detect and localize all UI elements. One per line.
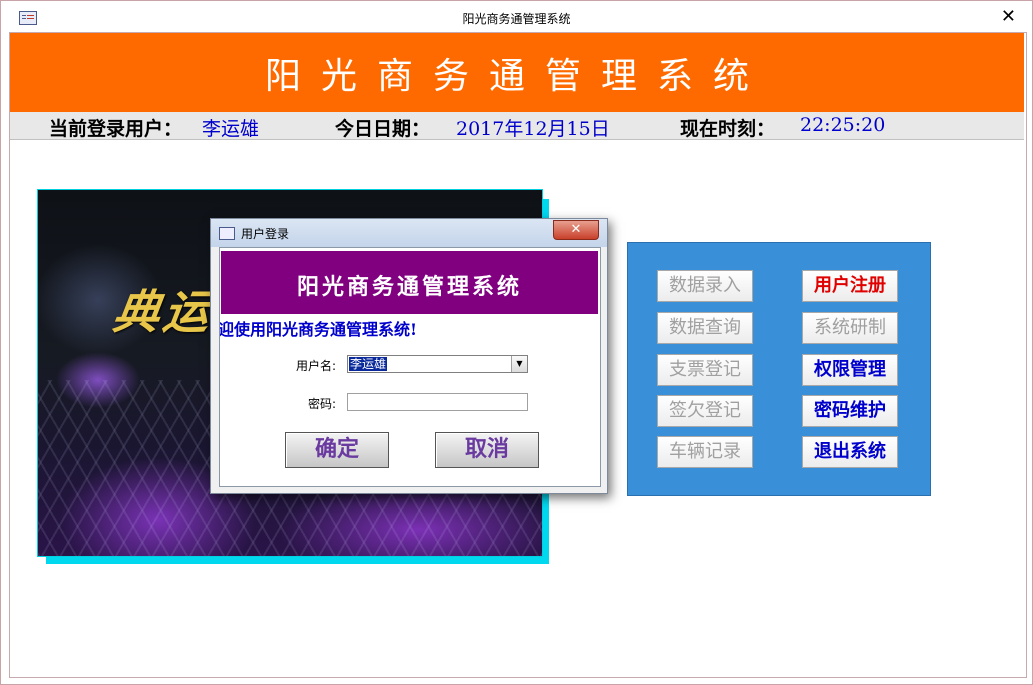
login-dialog: 用户登录 ✕ 阳光商务通管理系统 迎使用阳光商务通管理系统! 用户名: 李运雄 … xyxy=(210,218,608,494)
check-register-button[interactable]: 支票登记 xyxy=(657,354,753,386)
dialog-close-button[interactable]: ✕ xyxy=(553,220,599,240)
function-menu-panel: 数据录入 数据查询 支票登记 签欠登记 车辆记录 用户注册 系统研制 权限管理 … xyxy=(627,242,931,496)
login-dialog-titlebar: 用户登录 ✕ xyxy=(211,219,607,247)
data-query-button[interactable]: 数据查询 xyxy=(657,312,753,344)
dialog-form-icon xyxy=(219,227,235,240)
password-maint-button[interactable]: 密码维护 xyxy=(802,395,898,427)
password-label: 密码: xyxy=(307,397,336,411)
login-banner-title: 阳光商务通管理系统 xyxy=(296,274,522,300)
debt-register-button[interactable]: 签欠登记 xyxy=(657,395,753,427)
current-user-value: 李运雄 xyxy=(202,118,260,140)
date-value: 2017年12月15日 xyxy=(456,118,610,140)
close-icon[interactable]: ✕ xyxy=(1001,6,1016,27)
login-dialog-body: 阳光商务通管理系统 迎使用阳光商务通管理系统! 用户名: 李运雄 ▼ 密码: 确… xyxy=(219,247,601,487)
cancel-button[interactable]: 取消 xyxy=(435,432,539,468)
password-field[interactable] xyxy=(347,393,528,411)
permission-mgmt-button[interactable]: 权限管理 xyxy=(802,354,898,386)
login-banner: 阳光商务通管理系统 xyxy=(221,251,598,314)
date-label: 今日日期： xyxy=(335,118,431,140)
time-value: 22:25:20 xyxy=(800,114,886,136)
login-dialog-title: 用户登录 xyxy=(241,227,290,241)
username-select[interactable]: 李运雄 ▼ xyxy=(347,355,528,373)
app-banner: 阳光商务通管理系统 xyxy=(10,33,1024,112)
title-bar: 阳光商务通管理系统 ✕ xyxy=(1,1,1032,33)
user-register-button[interactable]: 用户注册 xyxy=(802,270,898,302)
time-label: 现在时刻： xyxy=(680,118,776,140)
data-entry-button[interactable]: 数据录入 xyxy=(657,270,753,302)
chevron-down-icon[interactable]: ▼ xyxy=(511,356,527,372)
current-user-label: 当前登录用户： xyxy=(49,118,183,140)
username-value: 李运雄 xyxy=(349,357,388,371)
image-caption: 典运 xyxy=(109,285,218,339)
ok-button[interactable]: 确定 xyxy=(285,432,389,468)
system-dev-button[interactable]: 系统研制 xyxy=(802,312,898,344)
status-bar: 当前登录用户： 李运雄 今日日期： 2017年12月15日 现在时刻： 22:2… xyxy=(10,112,1024,140)
banner-title: 阳光商务通管理系统 xyxy=(264,56,769,97)
vehicle-record-button[interactable]: 车辆记录 xyxy=(657,436,753,468)
window-title: 阳光商务通管理系统 xyxy=(462,12,571,26)
welcome-text: 迎使用阳光商务通管理系统! xyxy=(219,320,418,339)
username-label: 用户名: xyxy=(295,359,336,373)
exit-system-button[interactable]: 退出系统 xyxy=(802,436,898,468)
